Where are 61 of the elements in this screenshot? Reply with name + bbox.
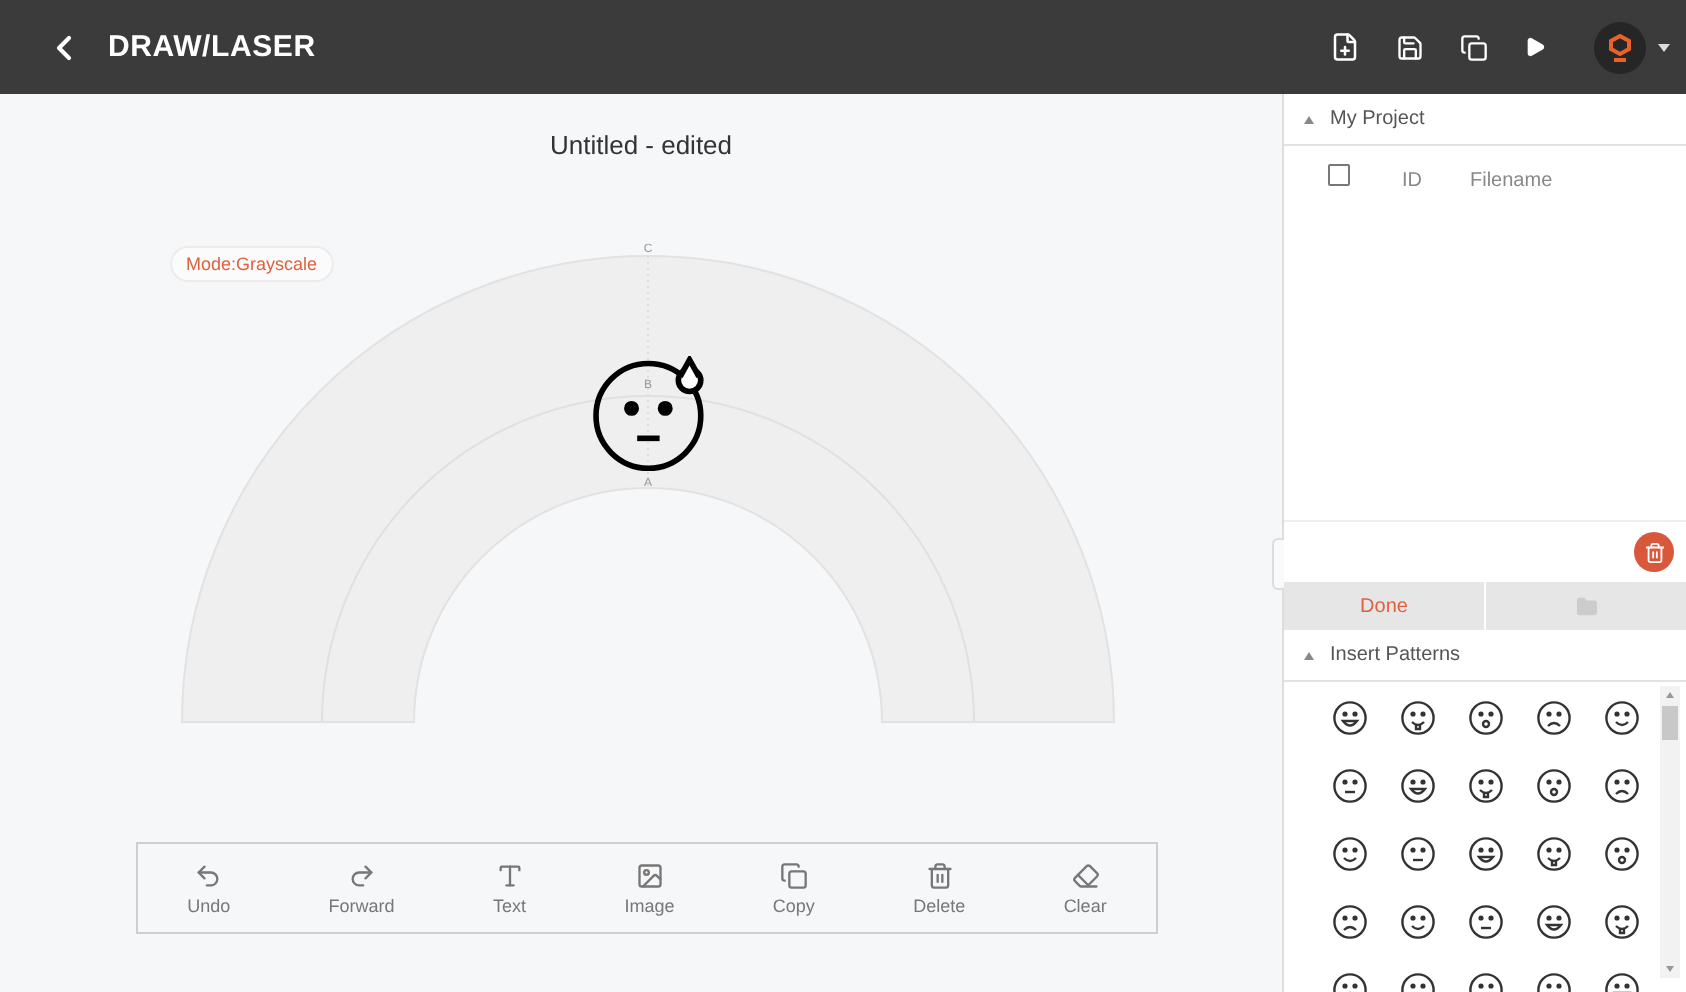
panel-handle[interactable] bbox=[1272, 538, 1284, 590]
collapse-icon[interactable] bbox=[1304, 115, 1314, 123]
play-button[interactable] bbox=[1524, 36, 1546, 58]
redo-icon bbox=[347, 861, 376, 889]
face-icon bbox=[1604, 904, 1640, 940]
delete-button[interactable] bbox=[1634, 532, 1674, 572]
select-all-checkbox[interactable] bbox=[1328, 164, 1350, 186]
copy-icon bbox=[1460, 33, 1488, 61]
column-header: Filename bbox=[1470, 169, 1553, 191]
clear-button[interactable]: Clear bbox=[1051, 857, 1119, 919]
save-button[interactable] bbox=[1396, 33, 1424, 61]
face-icon bbox=[1536, 700, 1572, 736]
done-button[interactable]: Done bbox=[1284, 582, 1484, 630]
face-icon bbox=[1400, 904, 1436, 940]
scrollbar[interactable] bbox=[1660, 686, 1680, 978]
file-plus-icon bbox=[1330, 32, 1360, 62]
image-icon bbox=[635, 861, 664, 889]
text-button[interactable]: Text bbox=[481, 857, 539, 919]
face-icon bbox=[1400, 836, 1436, 872]
face-icon bbox=[1536, 904, 1572, 940]
face-icon bbox=[1468, 700, 1504, 736]
document-title: Untitled - edited bbox=[549, 130, 733, 162]
column-header: ID bbox=[1402, 169, 1422, 191]
undo-icon bbox=[194, 861, 223, 889]
face-icon bbox=[1468, 836, 1504, 872]
face-icon bbox=[1468, 904, 1504, 940]
forward-button[interactable]: Forward bbox=[316, 857, 407, 919]
trash-icon bbox=[925, 861, 954, 889]
app-title: DRAW/LASER bbox=[108, 30, 316, 64]
copy-button[interactable] bbox=[1460, 33, 1488, 61]
trash-icon bbox=[1643, 541, 1665, 563]
face-icon bbox=[1604, 836, 1640, 872]
face-icon bbox=[1536, 768, 1572, 804]
folder-icon bbox=[1575, 595, 1597, 617]
image-button[interactable]: Image bbox=[612, 857, 687, 919]
save-icon bbox=[1396, 33, 1424, 61]
hexagon-icon bbox=[1608, 33, 1632, 61]
caret-icon[interactable] bbox=[1658, 43, 1670, 51]
collapse-icon[interactable] bbox=[1304, 651, 1314, 659]
avatar[interactable] bbox=[1594, 21, 1646, 73]
face-icon bbox=[1400, 768, 1436, 804]
face-icon bbox=[1332, 904, 1368, 940]
face-icon bbox=[1604, 700, 1640, 736]
face-icon bbox=[1468, 768, 1504, 804]
section-title: My Project bbox=[1330, 108, 1425, 130]
new-file-button[interactable] bbox=[1330, 32, 1360, 62]
copy-button[interactable]: Copy bbox=[760, 857, 827, 919]
face-icon bbox=[1332, 700, 1368, 736]
face-icon bbox=[1536, 836, 1572, 872]
text-icon bbox=[495, 861, 524, 889]
eraser-icon bbox=[1071, 861, 1100, 889]
section-title: Insert Patterns bbox=[1330, 644, 1461, 666]
face-icon bbox=[1332, 836, 1368, 872]
delete-button[interactable]: Delete bbox=[901, 857, 978, 919]
face-icon bbox=[1332, 768, 1368, 804]
undo-button[interactable]: Undo bbox=[175, 857, 243, 919]
copy-icon bbox=[779, 861, 808, 889]
play-icon bbox=[1524, 36, 1546, 58]
face-icon bbox=[1400, 700, 1436, 736]
mode-badge: Mode:Grayscale bbox=[170, 246, 334, 282]
face-icon bbox=[1604, 768, 1640, 804]
